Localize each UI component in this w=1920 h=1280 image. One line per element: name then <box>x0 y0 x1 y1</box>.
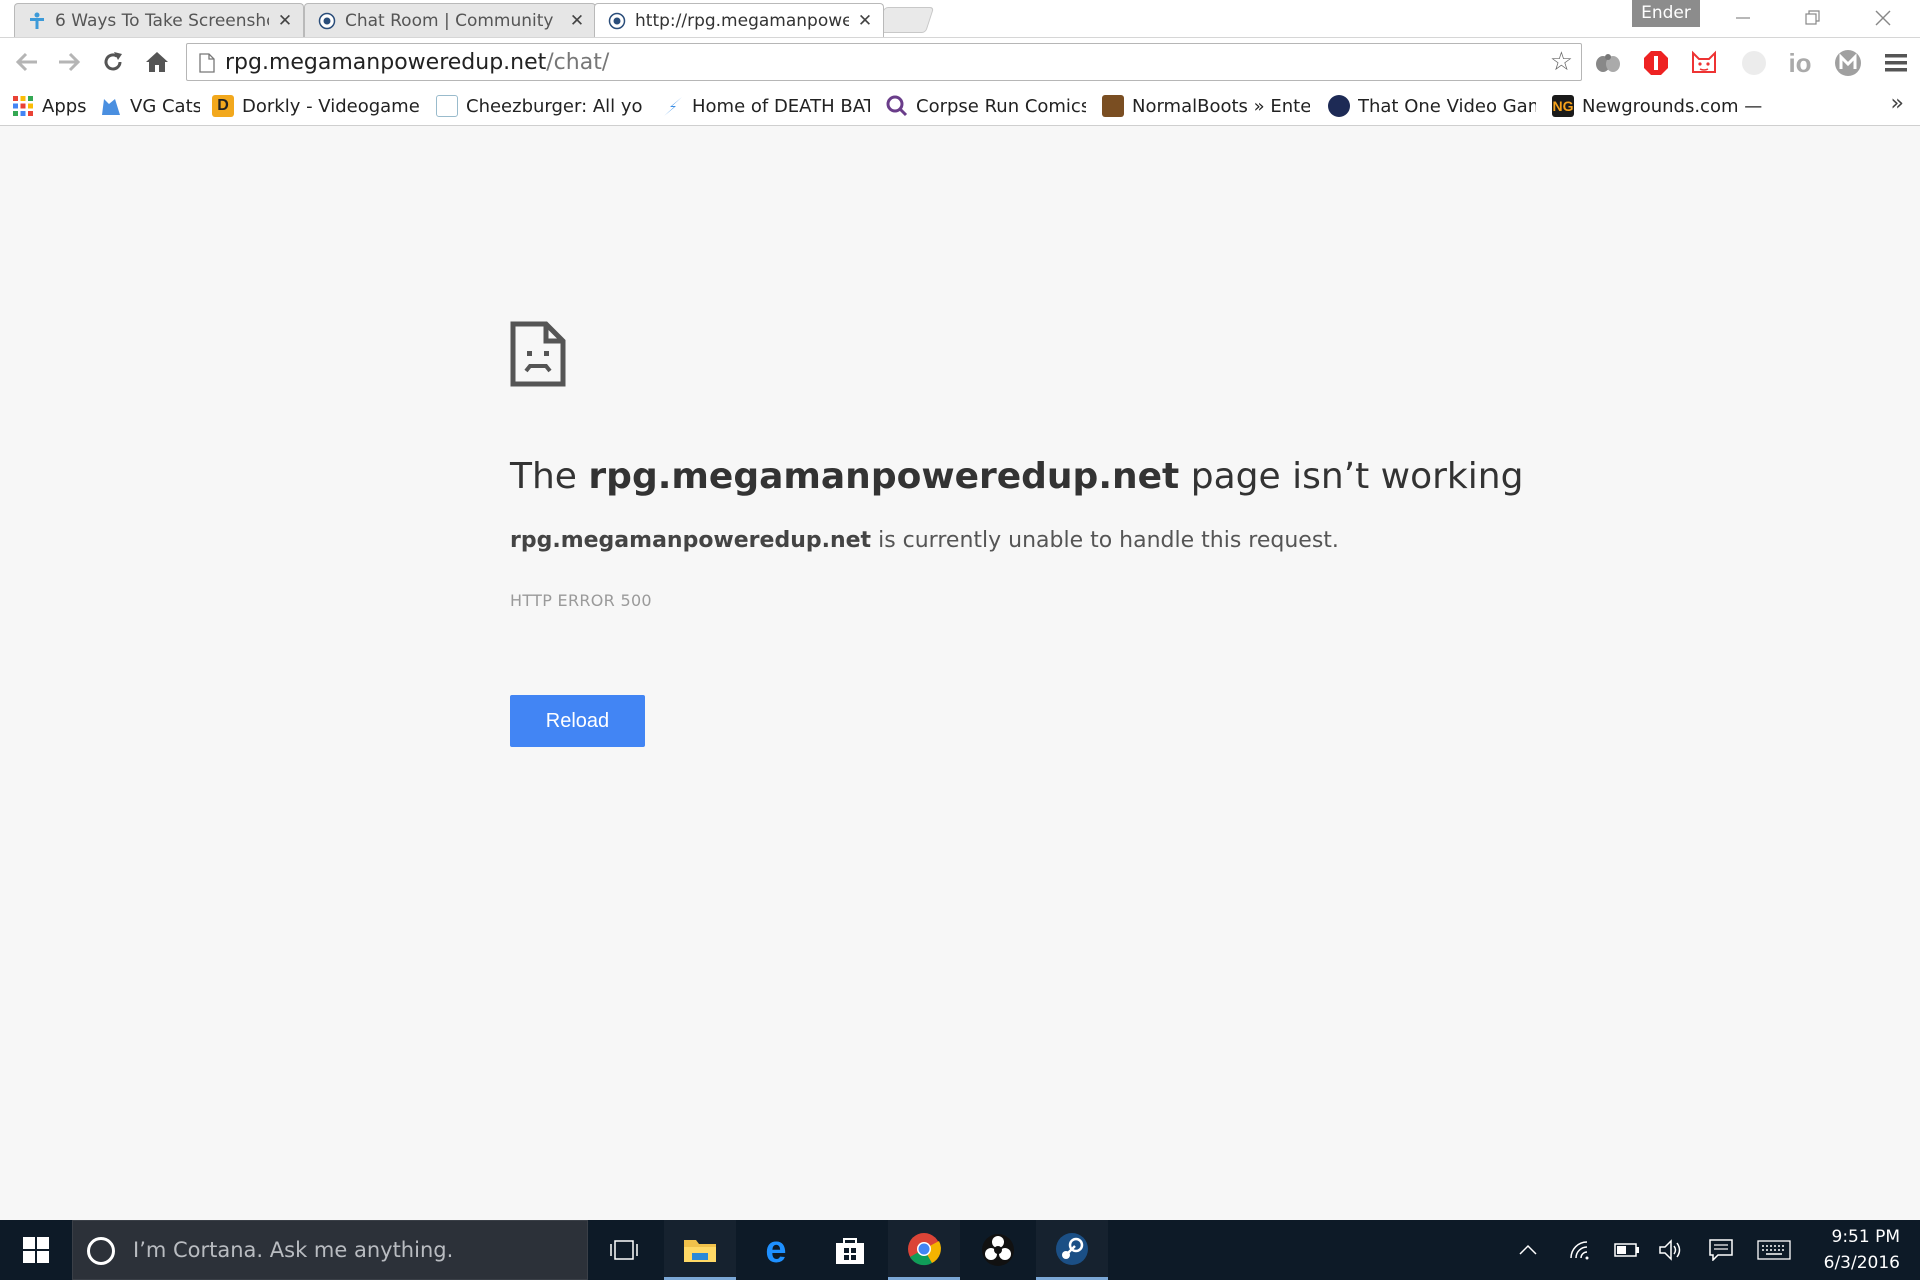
error-code: HTTP ERROR 500 <box>510 591 652 610</box>
bookmarks-bar: Apps VG Cats D Dorkly - Videogame C Chee… <box>0 85 1920 126</box>
bookmark-label: Cheezburger: All your <box>466 95 644 117</box>
back-icon[interactable] <box>8 43 46 81</box>
cheezburger-icon <box>436 95 458 117</box>
bookmark-death-battle[interactable]: Home of DEATH BATT <box>662 93 870 119</box>
close-icon[interactable]: ✕ <box>857 11 873 31</box>
close-icon[interactable]: ✕ <box>277 11 293 31</box>
apps-grid-icon <box>13 96 33 116</box>
close-icon[interactable]: ✕ <box>569 11 585 31</box>
corpserun-icon <box>886 95 908 117</box>
url-host: rpg.megamanpoweredup.net <box>225 50 547 75</box>
bookmark-apps[interactable]: Apps <box>12 93 92 119</box>
heading-prefix: The <box>510 456 577 497</box>
tab-title: 6 Ways To Take Screensho <box>55 10 269 31</box>
bookmark-normalboots[interactable]: NormalBoots » Enterta <box>1102 93 1310 119</box>
bookmark-newgrounds[interactable]: NG Newgrounds.com — E <box>1552 93 1762 119</box>
minimize-icon[interactable] <box>1712 0 1774 36</box>
extension-puzzle-icon[interactable] <box>1594 49 1622 77</box>
globe-icon <box>317 11 337 31</box>
windows-taskbar: I’m Cortana. Ask me anything. e 9:51 PM … <box>0 1220 1920 1280</box>
clock-time: 9:51 PM <box>1831 1227 1901 1247</box>
error-heading: The rpg.megamanpoweredup.net page isn’t … <box>510 456 1523 497</box>
mega-extension-icon[interactable] <box>1834 49 1862 77</box>
reload-icon[interactable] <box>94 43 132 81</box>
store-icon[interactable] <box>814 1220 886 1280</box>
summary-host: rpg.megamanpoweredup.net <box>510 528 872 553</box>
bookmarks-overflow-button[interactable]: » <box>1891 91 1904 116</box>
bookmark-label: Home of DEATH BATT <box>692 95 870 117</box>
reload-button[interactable]: Reload <box>510 695 645 747</box>
error-summary: rpg.megamanpoweredup.net is currently un… <box>510 528 1339 553</box>
address-bar[interactable]: rpg.megamanpoweredup.net/chat/ ☆ <box>186 43 1582 81</box>
profile-button[interactable]: Ender <box>1632 0 1700 27</box>
bookmark-label: NormalBoots » Enterta <box>1132 95 1310 117</box>
cortana-icon <box>87 1237 115 1265</box>
obs-icon[interactable] <box>962 1220 1034 1280</box>
page-icon <box>199 53 215 73</box>
chevron-up-icon[interactable] <box>1514 1220 1542 1280</box>
globe-icon <box>607 11 627 31</box>
newgrounds-icon: NG <box>1552 95 1574 117</box>
heading-suffix: page isn’t working <box>1190 456 1524 497</box>
steam-icon[interactable] <box>1036 1220 1108 1280</box>
wifi-icon[interactable] <box>1566 1220 1596 1280</box>
menu-icon[interactable] <box>1882 49 1910 77</box>
extension-blank-icon[interactable] <box>1740 49 1768 77</box>
tab-title: http://rpg.megamanpowe <box>635 10 849 31</box>
new-tab-button[interactable] <box>875 7 935 33</box>
bookmark-label: Dorkly - Videogame C <box>242 95 424 117</box>
io-extension-icon[interactable]: io <box>1786 48 1814 78</box>
bookmark-label: VG Cats <box>130 95 200 117</box>
bookmark-vg-cats[interactable]: VG Cats <box>100 93 200 119</box>
restore-icon[interactable] <box>1782 0 1844 36</box>
tab-active-chat[interactable]: http://rpg.megamanpowe ✕ <box>594 3 884 37</box>
tab-title: Chat Room | Community | <box>345 10 561 31</box>
summary-text: is currently unable to handle this reque… <box>878 528 1339 553</box>
bookmark-label: That One Video Game <box>1358 95 1536 117</box>
windows-start-icon[interactable] <box>0 1220 72 1280</box>
url-text: rpg.megamanpoweredup.net/chat/ <box>225 50 609 75</box>
volume-icon[interactable] <box>1656 1220 1686 1280</box>
bookmark-label: Newgrounds.com — E <box>1582 95 1762 117</box>
bookmark-dorkly[interactable]: D Dorkly - Videogame C <box>212 93 424 119</box>
keyboard-icon[interactable] <box>1756 1220 1792 1280</box>
tab-chat-room[interactable]: Chat Room | Community | ✕ <box>304 3 596 37</box>
bookmark-corpse-run[interactable]: Corpse Run Comics - <box>886 93 1086 119</box>
file-explorer-icon[interactable] <box>664 1220 736 1280</box>
browser-toolbar: rpg.megamanpoweredup.net/chat/ ☆ io <box>0 37 1920 85</box>
battery-icon[interactable] <box>1612 1220 1642 1280</box>
deathbattle-icon <box>664 97 682 116</box>
clock-date: 6/3/2016 <box>1823 1253 1900 1273</box>
taskbar-clock[interactable]: 9:51 PM 6/3/2016 <box>1800 1224 1900 1276</box>
cat-extension-icon[interactable] <box>1690 49 1718 77</box>
adblock-icon[interactable] <box>1642 49 1670 77</box>
chrome-icon[interactable] <box>888 1220 960 1280</box>
cortana-search-box[interactable]: I’m Cortana. Ask me anything. <box>72 1220 588 1280</box>
thatonevideogame-icon <box>1328 95 1350 117</box>
task-view-icon[interactable] <box>588 1220 660 1280</box>
normalboots-icon <box>1102 95 1124 117</box>
action-center-icon[interactable] <box>1706 1220 1736 1280</box>
dorkly-icon: D <box>212 95 234 117</box>
bookmark-label: Apps <box>42 95 87 117</box>
edge-icon[interactable]: e <box>740 1220 812 1280</box>
url-path: /chat/ <box>546 50 610 75</box>
vgcats-icon <box>102 99 120 115</box>
sad-page-icon <box>510 321 566 391</box>
tab-strip: 6 Ways To Take Screensho ✕ Chat Room | C… <box>0 0 1920 37</box>
error-page: The rpg.megamanpoweredup.net page isn’t … <box>0 126 1920 1220</box>
bookmark-that-one-video-game[interactable]: That One Video Game <box>1328 93 1536 119</box>
heading-host: rpg.megamanpoweredup.net <box>588 456 1180 497</box>
close-window-icon[interactable] <box>1852 0 1914 36</box>
forward-icon[interactable] <box>50 43 88 81</box>
home-icon[interactable] <box>138 43 176 81</box>
bookmark-label: Corpse Run Comics - <box>916 95 1086 117</box>
tab-wikihow[interactable]: 6 Ways To Take Screensho ✕ <box>14 3 304 37</box>
wikihow-icon <box>27 11 47 31</box>
bookmark-cheezburger[interactable]: Cheezburger: All your <box>436 93 644 119</box>
bookmark-star-icon[interactable]: ☆ <box>1550 48 1573 76</box>
cortana-placeholder: I’m Cortana. Ask me anything. <box>133 1238 454 1262</box>
